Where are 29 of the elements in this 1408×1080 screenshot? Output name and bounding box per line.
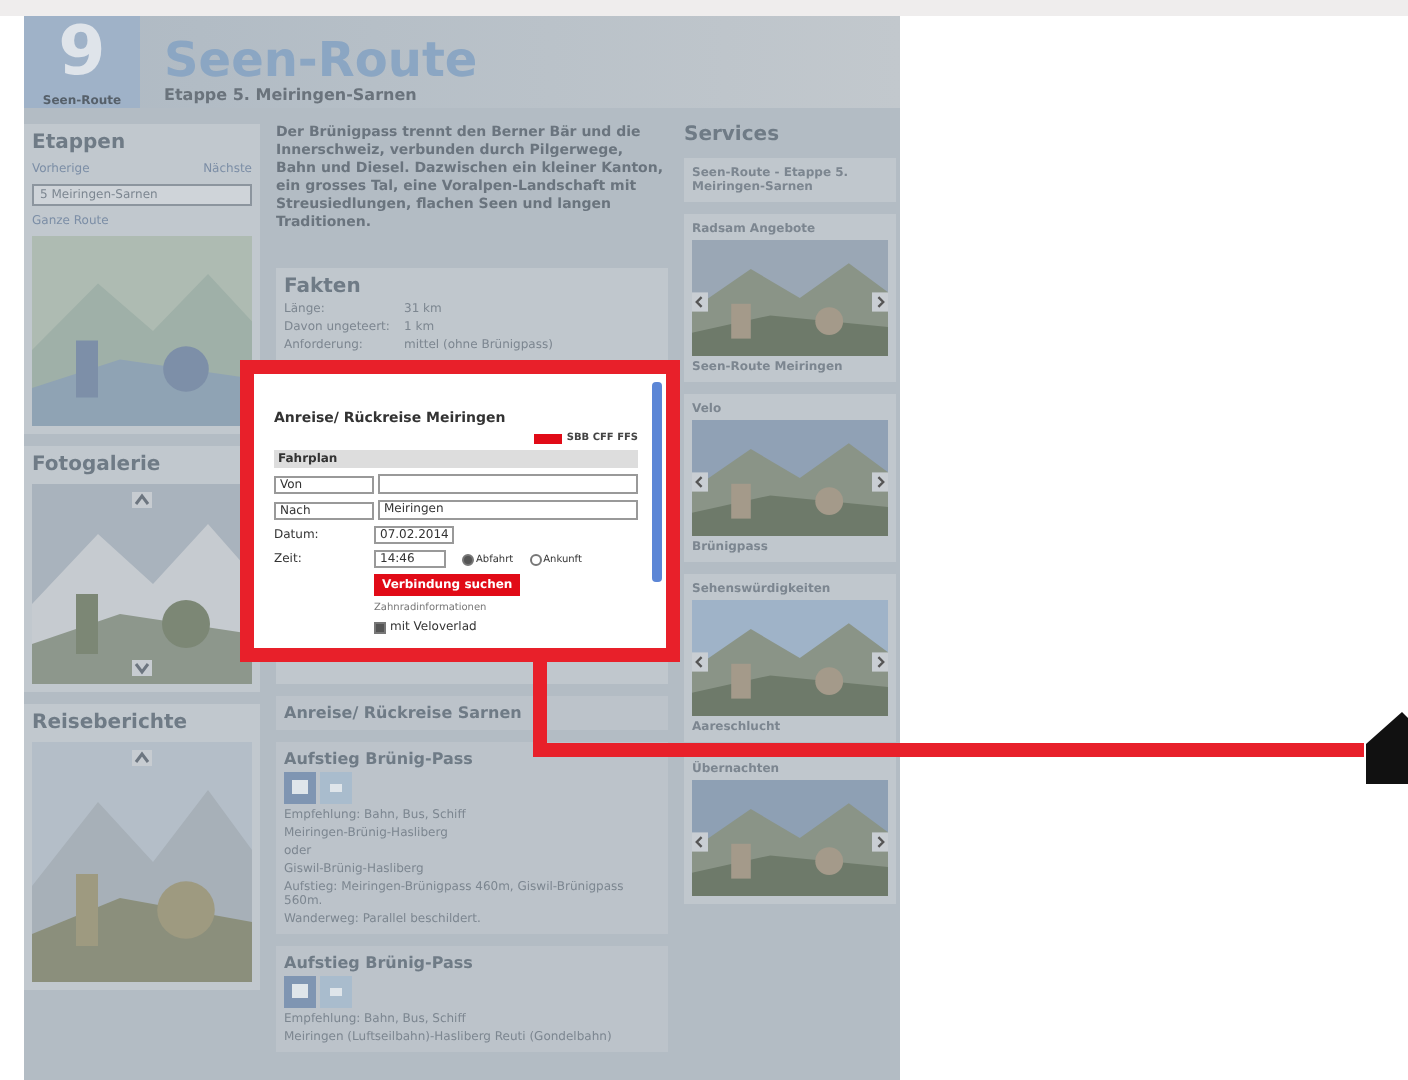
next-arrow-icon[interactable] <box>872 472 888 493</box>
down-arrow-icon[interactable] <box>132 660 152 676</box>
bus-icon[interactable] <box>320 976 352 1008</box>
section-title: Anreise/ Rückreise Sarnen <box>284 704 524 722</box>
panel-title: Etappen <box>32 132 128 154</box>
previous-arrow-icon[interactable] <box>692 832 708 853</box>
up-arrow-icon[interactable] <box>132 492 152 508</box>
next-arrow-icon[interactable] <box>872 292 888 313</box>
from-field[interactable] <box>378 474 638 494</box>
panel-title: Fotogalerie <box>32 454 163 476</box>
train-icon[interactable] <box>284 772 316 804</box>
up-arrow-icon[interactable] <box>132 750 152 766</box>
logo-number: 9 <box>58 16 106 88</box>
previous-arrow-icon[interactable] <box>692 292 708 313</box>
page-subtitle: Etappe 5. Meiringen-Sarnen <box>164 86 419 104</box>
panel-title: Reiseberichte <box>32 712 190 734</box>
bus-icon[interactable] <box>320 772 352 804</box>
house-icon <box>1366 712 1408 784</box>
section-title: Aufstieg Brünig-Pass <box>284 750 475 768</box>
next-arrow-icon[interactable] <box>872 652 888 673</box>
sbb-logo-icon <box>534 433 563 443</box>
services-title: Services <box>684 124 782 146</box>
previous-arrow-icon[interactable] <box>692 472 708 493</box>
section-title: Aufstieg Brünig-Pass <box>284 954 475 972</box>
card-title: Fakten <box>284 276 363 298</box>
next-arrow-icon[interactable] <box>872 832 888 853</box>
train-icon[interactable] <box>284 976 316 1008</box>
previous-arrow-icon[interactable] <box>692 652 708 673</box>
scrollbar[interactable] <box>652 382 662 582</box>
